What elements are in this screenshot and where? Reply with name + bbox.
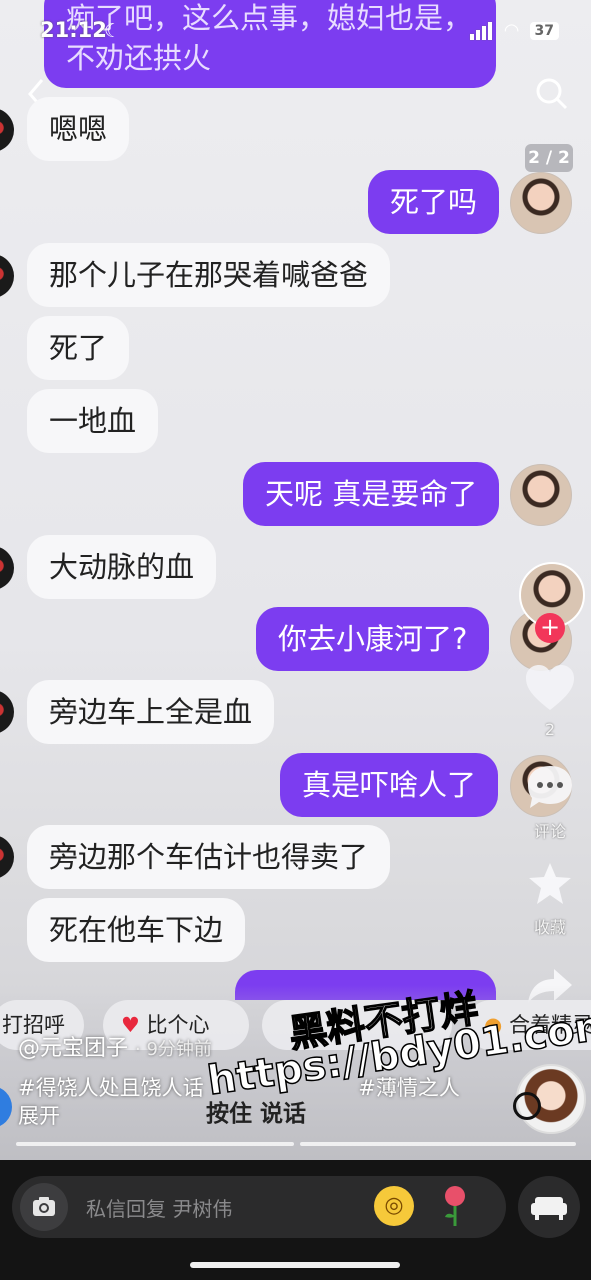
comment-label: 评论 xyxy=(533,822,566,841)
like-count: 2 xyxy=(544,720,556,739)
message-bubble-received: 一地血 xyxy=(27,389,159,453)
message-bubble-received: 旁边车上全是血 xyxy=(27,680,275,744)
search-icon xyxy=(536,78,568,110)
like-button[interactable] xyxy=(522,662,578,714)
author-handle[interactable]: @元宝团子 xyxy=(18,1036,128,1061)
message-bubble-sent: 你去小康河了? xyxy=(256,607,490,671)
heart-icon xyxy=(526,665,574,710)
favorite-button[interactable] xyxy=(526,860,574,908)
avatar xyxy=(0,690,14,734)
comment-icon xyxy=(528,766,572,808)
search-button[interactable] xyxy=(534,76,570,112)
page-indicator: 2 / 2 xyxy=(525,144,573,172)
reply-input[interactable]: 私信回复 尹树伟 ◎ xyxy=(12,1176,506,1238)
message-bubble-sent: 死了吗 xyxy=(368,170,500,234)
camera-icon xyxy=(33,1197,55,1216)
status-time: 21:12 xyxy=(40,18,107,42)
message-bubble-sent: 天呢 真是要命了 xyxy=(243,462,500,526)
sofa-icon xyxy=(531,1197,567,1220)
avatar xyxy=(0,254,14,298)
rose-icon xyxy=(445,1186,465,1226)
wifi-icon: ◠ xyxy=(503,20,520,41)
avatar xyxy=(510,464,572,526)
hashtag-1[interactable]: #得饶人处且饶人话 xyxy=(18,1076,204,1100)
message-bubble-sent: 真是吓啥人了 xyxy=(280,753,499,817)
message-bubble-received: 旁边那个车估计也得卖了 xyxy=(27,825,391,889)
signal-icon xyxy=(469,21,494,40)
author-name[interactable]: @元宝团子 · 9分钟前 xyxy=(18,1030,212,1062)
message-bubble-received: 大动脉的血 xyxy=(27,535,217,599)
avatar xyxy=(0,108,14,152)
message-bubble-received: 那个儿子在那哭着喊爸爸 xyxy=(27,243,391,307)
message-bubble-sent: 痴了吧，这么点事，媳妇也是，不劝还拱火 xyxy=(44,0,496,88)
camera-button[interactable] xyxy=(20,1183,68,1231)
dizzy-emoji-icon[interactable]: ◎ xyxy=(374,1186,414,1226)
star-icon xyxy=(529,863,571,904)
home-indicator xyxy=(190,1262,400,1268)
progress-segment-2 xyxy=(300,1142,576,1146)
sofa-button[interactable] xyxy=(518,1176,580,1238)
chat-viewer: 痴了吧，这么点事，媳妇也是，不劝还拱火 21:12 ☾ ◠ 37 2 / 2 嗯… xyxy=(0,0,591,1160)
message-bubble-received: 死在他车下边 xyxy=(27,898,246,962)
progress-segment-1 xyxy=(16,1142,294,1146)
avatar xyxy=(510,172,572,234)
avatar xyxy=(0,835,14,879)
disc-ring xyxy=(513,1092,541,1120)
message-bubble-received: 死了 xyxy=(27,316,130,380)
rose-emoji-icon[interactable] xyxy=(440,1184,470,1228)
post-time: · 9分钟前 xyxy=(135,1039,212,1060)
avatar xyxy=(0,546,14,590)
follow-button[interactable]: + xyxy=(535,613,565,643)
reply-placeholder: 私信回复 尹树伟 xyxy=(86,1197,233,1221)
bottom-bar: 私信回复 尹树伟 ◎ xyxy=(0,1160,591,1280)
favorite-label: 收藏 xyxy=(533,918,566,937)
battery-icon: 37 xyxy=(529,21,559,40)
status-icons: ◠ 37 xyxy=(469,20,559,41)
moon-icon: ☾ xyxy=(104,20,122,42)
message-bubble-received: 嗯嗯 xyxy=(27,97,130,161)
expand-link[interactable]: 展开 xyxy=(18,1100,60,1130)
comment-button[interactable] xyxy=(524,762,576,812)
